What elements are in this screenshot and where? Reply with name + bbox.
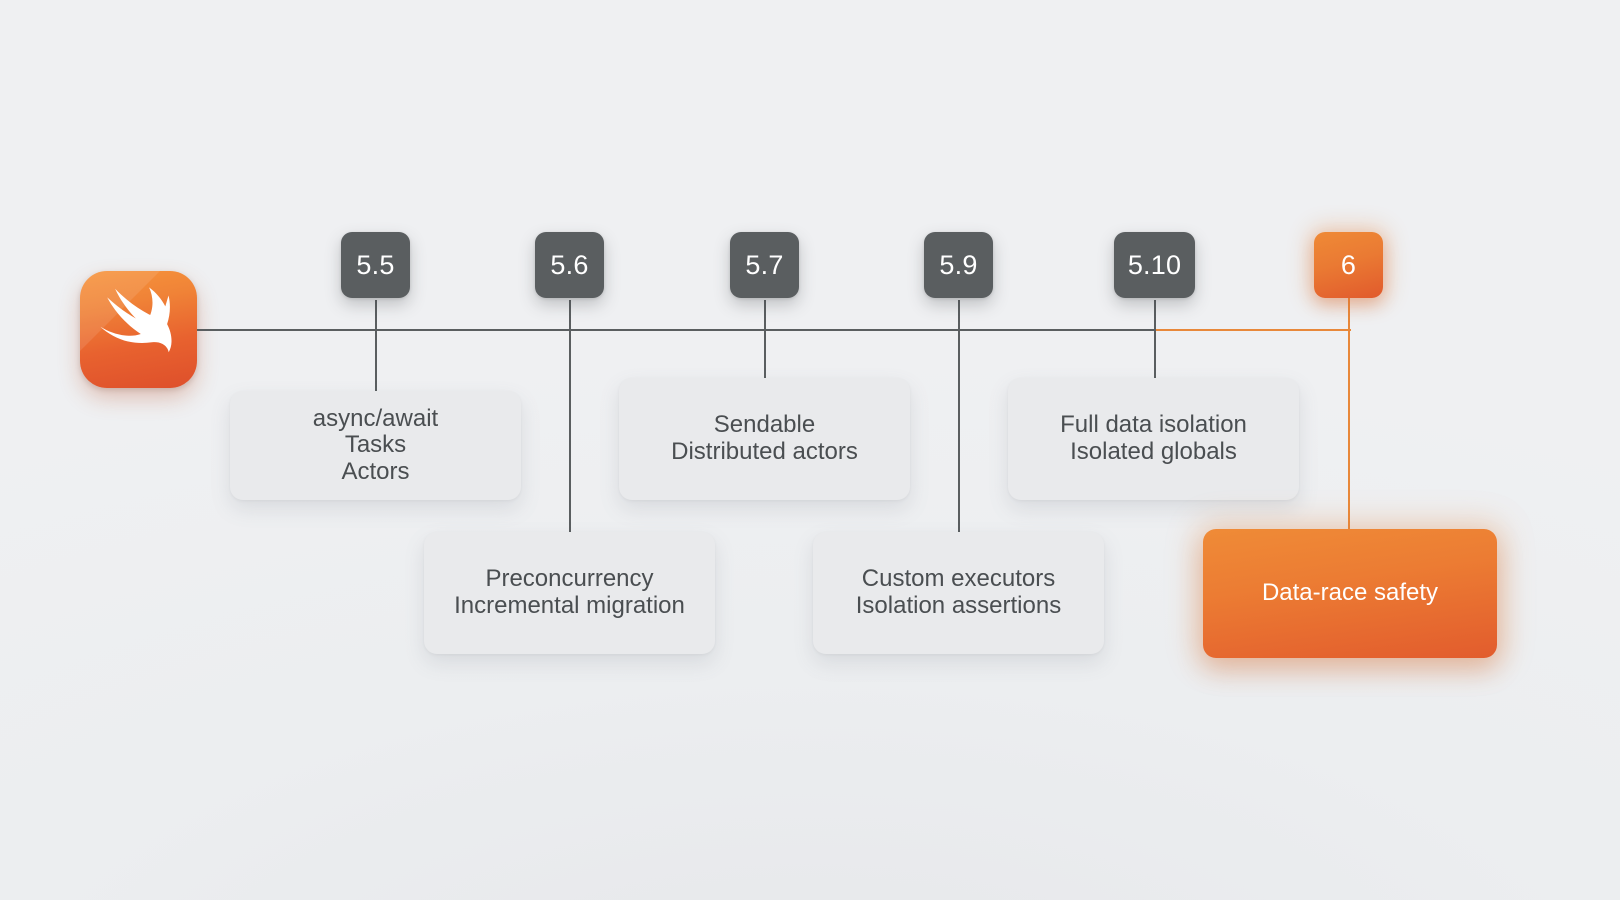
feature-line: Sendable <box>713 411 816 439</box>
version-badge-label: 5.10 <box>1127 249 1182 280</box>
feature-card-5-7[interactable]: Sendable Distributed actors <box>619 378 910 500</box>
swift-bird-icon <box>80 271 172 353</box>
dropline-5-6 <box>569 300 571 534</box>
version-badge-label: 5.7 <box>745 249 784 280</box>
version-badge-label: 6 <box>1340 249 1357 280</box>
version-badge-6[interactable]: 6 <box>1314 232 1383 298</box>
feature-line: Preconcurrency <box>485 565 654 593</box>
feature-line: Incremental migration <box>454 592 685 619</box>
timeline-rail-gray <box>197 329 1156 331</box>
dropline-5-7 <box>764 300 766 378</box>
version-badge-label: 5.5 <box>356 249 395 280</box>
dropline-5-9 <box>958 300 960 534</box>
feature-card-5-10[interactable]: Full data isolation Isolated globals <box>1008 378 1299 500</box>
timeline-rail-orange <box>1154 329 1351 331</box>
swift-logo <box>80 271 197 388</box>
feature-line: Isolation assertions <box>855 592 1062 619</box>
feature-card-6[interactable]: Data-race safety <box>1203 529 1497 658</box>
version-badge-5-6[interactable]: 5.6 <box>535 232 604 298</box>
dropline-6 <box>1348 290 1350 530</box>
feature-line: Custom executors <box>861 565 1056 593</box>
version-badge-5-5[interactable]: 5.5 <box>341 232 410 298</box>
feature-line: Full data isolation <box>1060 411 1247 439</box>
timeline-diagram: 5.5 5.6 5.7 5.9 5.10 6 async/await Tasks… <box>0 0 1620 900</box>
dropline-5-10 <box>1154 300 1156 378</box>
feature-line: Data-race safety <box>1261 579 1439 607</box>
feature-card-5-6[interactable]: Preconcurrency Incremental migration <box>424 532 715 654</box>
feature-line: Tasks <box>344 431 407 459</box>
version-badge-5-7[interactable]: 5.7 <box>730 232 799 298</box>
version-badge-label: 5.6 <box>550 249 589 280</box>
version-badge-5-9[interactable]: 5.9 <box>924 232 993 298</box>
version-badge-5-10[interactable]: 5.10 <box>1114 232 1195 298</box>
feature-line: Actors <box>341 457 410 485</box>
dropline-5-5 <box>375 300 377 392</box>
version-badge-label: 5.9 <box>939 249 978 280</box>
feature-line: Distributed actors <box>671 438 858 465</box>
feature-card-5-5[interactable]: async/await Tasks Actors <box>230 391 521 500</box>
feature-line: Isolated globals <box>1070 438 1237 465</box>
feature-line: async/await <box>312 404 439 432</box>
feature-card-5-9[interactable]: Custom executors Isolation assertions <box>813 532 1104 654</box>
